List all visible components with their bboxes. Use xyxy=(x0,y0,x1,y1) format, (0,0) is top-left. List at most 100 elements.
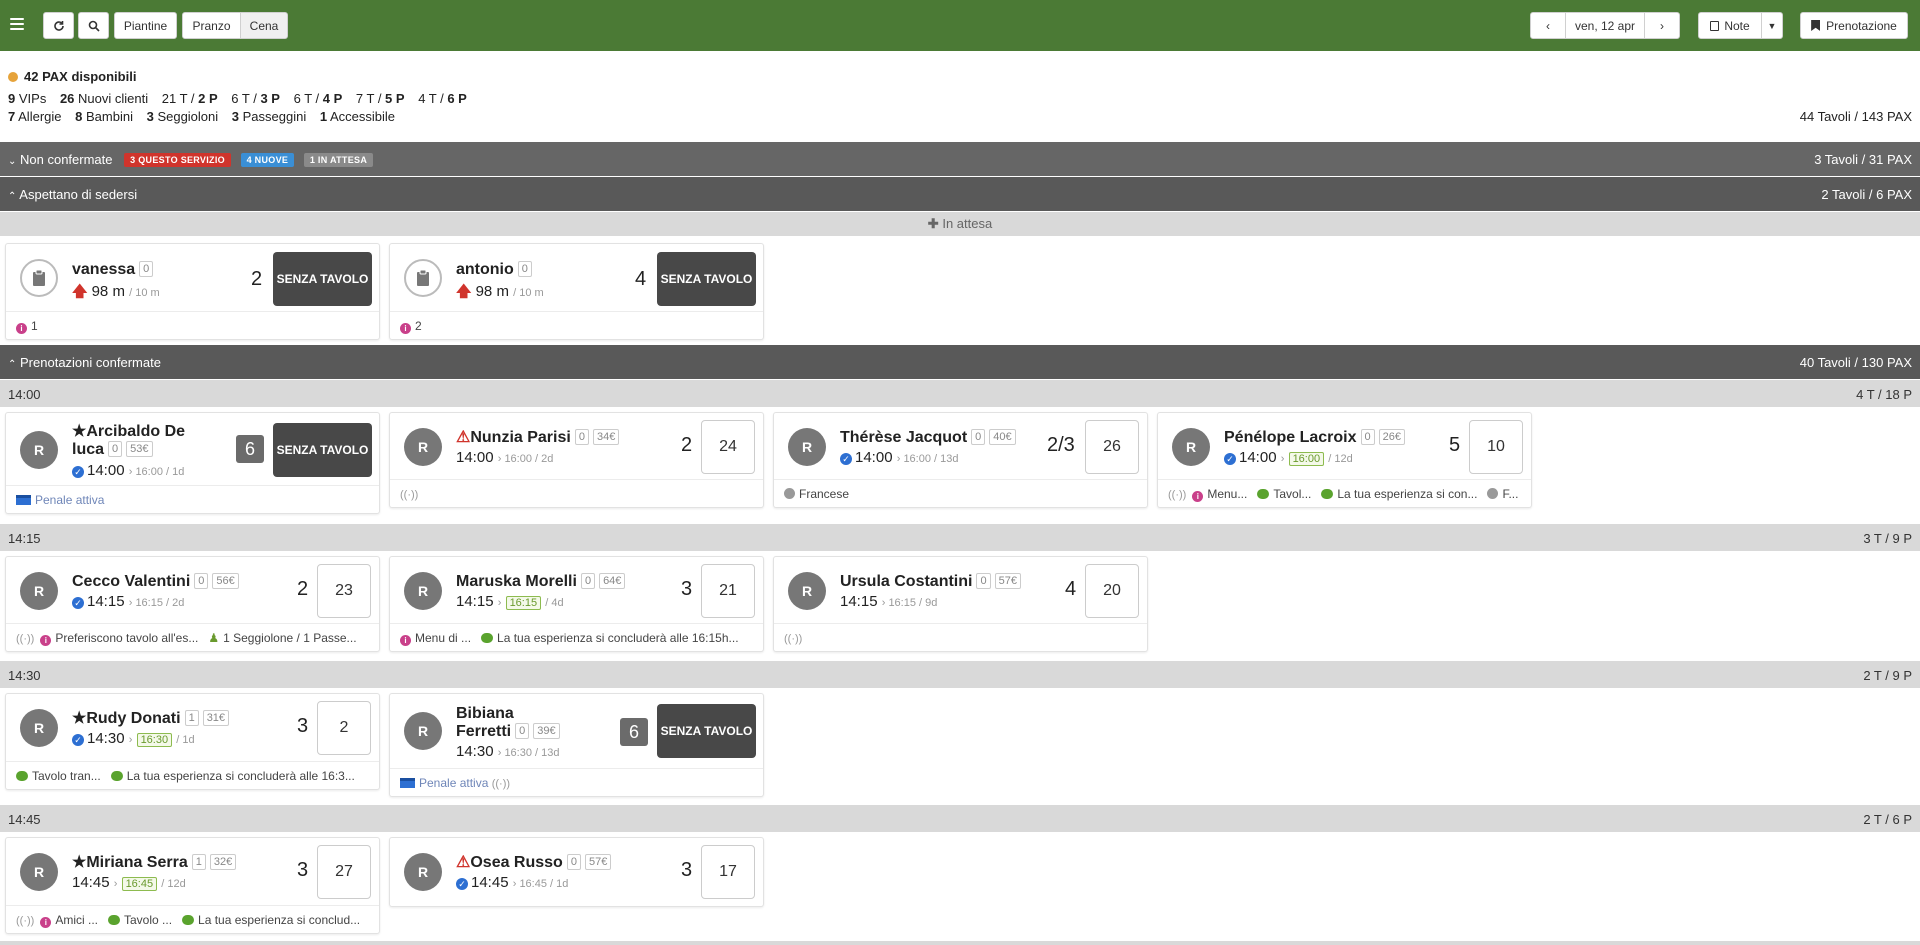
accessibile-stat: 1 Accessibile xyxy=(319,109,396,124)
pranzo-button[interactable]: Pranzo xyxy=(182,12,241,39)
card-footer: Penale attiva ((·)) xyxy=(390,768,763,796)
check-icon: ✓ xyxy=(1224,453,1236,465)
chevron-up-icon: ⌃ xyxy=(8,191,17,202)
senza-tavolo-button[interactable]: SENZA TAVOLO xyxy=(657,252,756,306)
section-confermate[interactable]: ⌃ Prenotazioni confermate 40 Tavoli / 13… xyxy=(0,345,1920,379)
guest-name: Bibiana Ferretti 0 39€ xyxy=(456,705,560,741)
guest-name: ★Miriana Serra 1 32€ xyxy=(72,854,237,872)
table-number[interactable]: 20 xyxy=(1085,564,1139,618)
guest-name: Ursula Costantini 0 57€ xyxy=(840,573,1021,591)
info-icon: i xyxy=(1192,491,1204,502)
check-icon: ✓ xyxy=(72,466,84,478)
warning-icon: ⚠ xyxy=(456,429,471,446)
card-footer: ((·)) xyxy=(390,479,763,507)
time-slot-1400: 14:00 4 T / 18 P xyxy=(0,380,1920,407)
reservation-card[interactable]: R Cecco Valentini 0 56€ ✓ 14:15 › 16:15 / 2… xyxy=(5,556,380,652)
waiting-time: 🡅 98 m / 10 m xyxy=(456,283,544,300)
prev-day-button[interactable]: ‹ xyxy=(1530,12,1566,39)
section-non-confermate[interactable]: ⌄ Non confermate 3 QUESTO SERVIZIO 4 NUO… xyxy=(0,142,1920,176)
table-number[interactable]: 2 xyxy=(317,701,371,755)
search-button[interactable] xyxy=(78,12,109,39)
card-footer: Francese xyxy=(774,479,1147,507)
note-dropdown-button[interactable]: ▼ xyxy=(1761,12,1783,39)
section-totals: 3 Tavoli / 31 PAX xyxy=(1814,152,1912,167)
card-footer: i1 xyxy=(6,311,379,339)
reservation-card[interactable]: R Ursula Costantini 0 57€ 14:15 › 16:15 / … xyxy=(773,556,1148,652)
senza-tavolo-button[interactable]: SENZA TAVOLO xyxy=(273,252,372,306)
availability-label: 42 PAX disponibili xyxy=(24,69,137,84)
info-icon: i xyxy=(40,635,52,646)
guest-name: vanessa 0 xyxy=(72,261,154,279)
vips-stat: 9 VIPs xyxy=(8,91,47,106)
senza-tavolo-button[interactable]: SENZA TAVOLO xyxy=(273,423,372,477)
note-button[interactable]: Note xyxy=(1698,12,1762,39)
senza-tavolo-button[interactable]: SENZA TAVOLO xyxy=(657,704,756,758)
reservation-card[interactable]: R ⚠Nunzia Parisi 0 34€ 14:00 › 16:00 / 2d … xyxy=(389,412,764,508)
chat-icon xyxy=(182,915,195,925)
refresh-icon xyxy=(53,20,64,31)
pax-count: 6 xyxy=(620,718,648,746)
wifi-icon: ((·)) xyxy=(400,489,419,501)
reservation-card[interactable]: R Bibiana Ferretti 0 39€ 14:30 › 16:30 / 13… xyxy=(389,693,764,797)
table-number[interactable]: 26 xyxy=(1085,420,1139,474)
wifi-icon: ((·)) xyxy=(16,633,35,645)
waiting-card-vanessa[interactable]: vanessa 0 🡅 98 m / 10 m 2 SENZA TAVOLO i1 xyxy=(5,243,380,340)
bookmark-icon xyxy=(1811,20,1821,31)
summary-panel: 42 PAX disponibili 9 VIPs 26 Nuovi clien… xyxy=(0,51,1920,142)
wifi-icon: ((·)) xyxy=(491,778,511,790)
in-attesa-bar[interactable]: ✚ In attesa xyxy=(0,212,1920,236)
reservation-card[interactable]: R Maruska Morelli 0 64€ 14:15 › 16:15 / 4d… xyxy=(389,556,764,652)
reservation-time: ✓ 14:45 › 16:45 / 1d xyxy=(456,874,568,891)
waiting-card-antonio[interactable]: antonio 0 🡅 98 m / 10 m 4 SENZA TAVOLO i2 xyxy=(389,243,764,340)
restaurant-logo-icon: R xyxy=(788,572,826,610)
reservation-time: 14:45 › 16:45 / 12d xyxy=(72,874,186,891)
time-slot-1415: 14:15 3 T / 9 P xyxy=(0,524,1920,551)
table-number[interactable]: 21 xyxy=(701,564,755,618)
reservation-card[interactable]: R ★Miriana Serra 1 32€ 14:45 › 16:45 / 12d… xyxy=(5,837,380,934)
restaurant-logo-icon: R xyxy=(20,572,58,610)
reservation-card[interactable]: R ★Arcibaldo De luca 0 53€ ✓ 14:00 › 16:00 /… xyxy=(5,412,380,514)
chevron-down-icon: ⌄ xyxy=(8,156,17,167)
table-number[interactable]: 17 xyxy=(701,845,755,899)
clipboard-icon xyxy=(20,259,58,297)
reservation-card[interactable]: R Thérèse Jacquot 0 40€ ✓ 14:00 › 16:00 / 1… xyxy=(773,412,1148,508)
table-number[interactable]: 27 xyxy=(317,845,371,899)
star-icon: ★ xyxy=(72,423,87,440)
reservation-time: ✓ 14:00 › 16:00 / 13d xyxy=(840,449,959,466)
info-icon: i xyxy=(400,323,411,334)
time-slot-1430: 14:30 2 T / 9 P xyxy=(0,661,1920,688)
credit-card-icon xyxy=(16,495,31,505)
guest-name: ★Arcibaldo De luca 0 53€ xyxy=(72,423,186,458)
chat-icon xyxy=(16,771,28,781)
refresh-button[interactable] xyxy=(43,12,74,39)
section-totals: 2 Tavoli / 6 PAX xyxy=(1821,187,1912,202)
guest-name: Cecco Valentini 0 56€ xyxy=(72,573,239,591)
table-number[interactable]: 10 xyxy=(1469,420,1523,474)
reservation-card[interactable]: R Pénélope Lacroix 0 26€ ✓ 14:00 › 16:00 / … xyxy=(1157,412,1532,508)
new-clients-stat: 26 Nuovi clienti xyxy=(59,91,149,106)
cena-button[interactable]: Cena xyxy=(240,12,288,39)
chevron-left-icon: ‹ xyxy=(1546,18,1550,33)
table-number[interactable]: 23 xyxy=(317,564,371,618)
globe-icon xyxy=(784,488,795,499)
reservation-time: ✓ 14:15 › 16:15 / 2d xyxy=(72,593,184,610)
section-aspettano[interactable]: ⌃ Aspettano di sedersi 2 Tavoli / 6 PAX xyxy=(0,177,1920,211)
section-totals: 40 Tavoli / 130 PAX xyxy=(1799,355,1912,370)
pax-count: 3 xyxy=(297,715,309,737)
menu-icon[interactable] xyxy=(10,18,24,32)
reservation-card[interactable]: R ⚠Osea Russo 0 57€ ✓ 14:45 › 16:45 / 1d 3 … xyxy=(389,837,764,907)
piantine-button[interactable]: Piantine xyxy=(114,12,177,39)
note-icon xyxy=(1710,20,1720,31)
check-icon: ✓ xyxy=(72,597,84,609)
reservation-card[interactable]: R ★Rudy Donati 1 31€ ✓ 14:30 › 16:30 / 1d 3… xyxy=(5,693,380,790)
next-day-button[interactable]: › xyxy=(1644,12,1680,39)
reservation-time: ✓ 14:00 › 16:00 / 1d xyxy=(72,462,184,479)
totals: 44 Tavoli / 143 PAX xyxy=(1799,109,1912,124)
bambini-stat: 8 Bambini xyxy=(75,109,133,124)
chat-icon xyxy=(1321,489,1334,499)
prenotazione-button[interactable]: Prenotazione xyxy=(1800,12,1908,39)
visits-tag: 0 xyxy=(517,261,532,277)
section-label: ⌃ Aspettano di sedersi xyxy=(8,187,138,202)
date-button[interactable]: ven, 12 apr xyxy=(1565,12,1645,39)
table-number[interactable]: 24 xyxy=(701,420,755,474)
